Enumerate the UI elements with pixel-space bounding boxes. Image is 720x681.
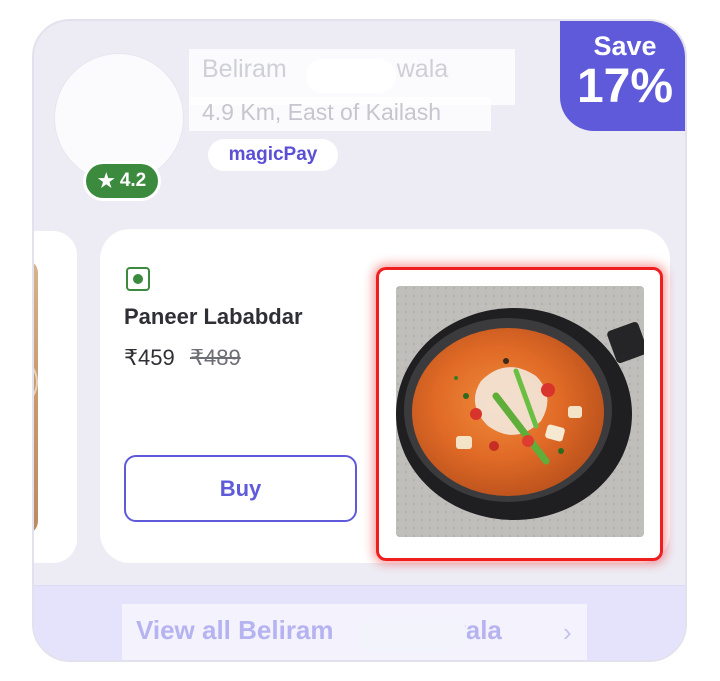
discount-badge: Save 17% [560,21,685,131]
paneer-bowl-illustration [396,286,644,537]
buy-button[interactable]: Buy [124,455,357,522]
star-icon: ★ [97,170,115,192]
discount-value: 17% [576,60,674,113]
store-location: 4.9 Km, East of Kailash [202,99,442,125]
redacted-name-blur [306,59,396,93]
item-original-price: ₹489 [190,345,241,370]
item-image[interactable] [396,286,644,537]
redacted-view-all-blur [359,617,467,651]
item-price: ₹459 [124,345,175,370]
rating-value: 4.2 [119,170,147,191]
item-name: Paneer Lababdar [124,304,303,329]
rating-badge: ★ 4.2 [86,164,158,198]
menu-item-card[interactable]: Paneer Lababdar ₹459 ₹489 Buy [100,229,670,563]
previous-item-card[interactable] [34,231,77,563]
discount-label: Save [593,31,657,61]
chevron-right-icon[interactable]: › [563,617,572,648]
store-offer-card: ★ 4.2 Beliram wala 4.9 Km, East of Kailas… [32,19,687,662]
magicpay-badge: magicPay [208,139,338,171]
veg-icon [126,267,150,291]
previous-item-image [34,259,38,535]
